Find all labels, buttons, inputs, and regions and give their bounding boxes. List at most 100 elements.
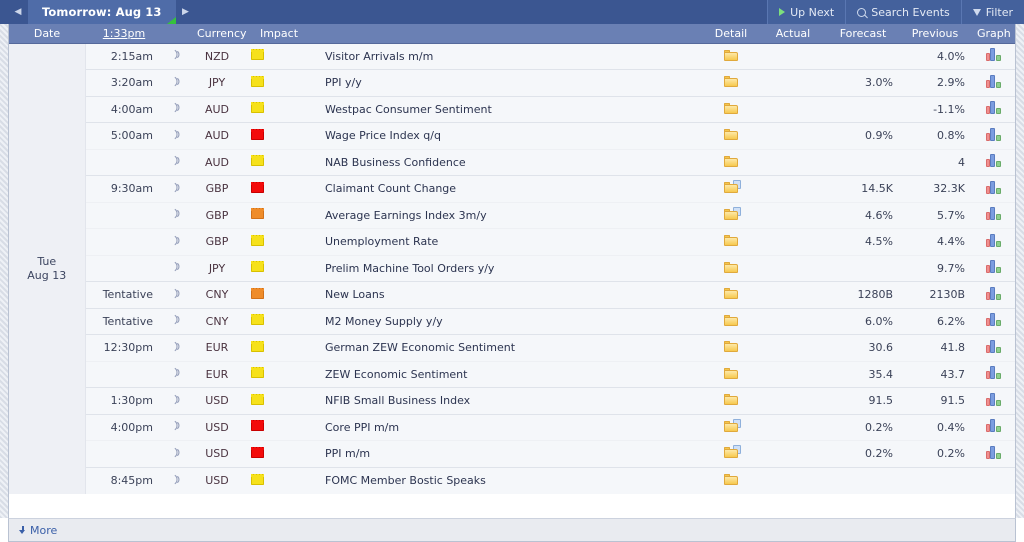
alert-cell[interactable] [163, 175, 191, 202]
bar-chart-icon[interactable] [985, 48, 1001, 62]
bar-chart-icon[interactable] [985, 74, 1001, 88]
table-row[interactable]: Tentative CNY New Loans 1280B 2130B [9, 281, 1015, 308]
impact-orange-icon[interactable] [251, 287, 264, 299]
bar-chart-icon[interactable] [985, 127, 1001, 141]
impact-red-icon[interactable] [251, 420, 264, 432]
graph-cell[interactable] [971, 281, 1015, 308]
bar-chart-icon[interactable] [985, 366, 1001, 380]
detail-folder-document-icon[interactable] [724, 445, 741, 459]
impact-yellow-icon[interactable] [251, 393, 264, 405]
alert-cell[interactable] [163, 387, 191, 414]
bar-chart-icon[interactable] [985, 419, 1001, 433]
table-row[interactable]: 5:00am AUD Wage Price Index q/q 0.9% 0.8% [9, 122, 1015, 149]
impact-cell[interactable] [243, 148, 315, 176]
alert-cell[interactable] [163, 334, 191, 361]
graph-cell[interactable] [971, 69, 1015, 96]
detail-cell[interactable] [703, 281, 759, 308]
alert-cell[interactable] [163, 228, 191, 255]
alert-cell[interactable] [163, 360, 191, 388]
bar-chart-icon[interactable] [985, 207, 1001, 221]
detail-cell[interactable] [703, 413, 759, 441]
graph-cell[interactable] [971, 43, 1015, 70]
detail-cell[interactable] [703, 466, 759, 494]
detail-cell[interactable] [703, 228, 759, 255]
impact-cell[interactable] [243, 43, 315, 70]
graph-cell[interactable] [971, 201, 1015, 229]
impact-orange-icon[interactable] [251, 208, 264, 220]
more-button[interactable]: More [19, 524, 57, 537]
graph-cell[interactable] [971, 360, 1015, 388]
bar-chart-icon[interactable] [985, 101, 1001, 115]
graph-cell[interactable] [971, 95, 1015, 123]
detail-cell[interactable] [703, 254, 759, 282]
event-title[interactable]: German ZEW Economic Sentiment [315, 334, 703, 361]
up-next-button[interactable]: Up Next [767, 0, 846, 24]
detail-folder-icon[interactable] [724, 340, 738, 353]
event-title[interactable]: Visitor Arrivals m/m [315, 43, 703, 70]
alert-bell-icon[interactable] [171, 208, 183, 220]
bar-chart-icon[interactable] [985, 233, 1001, 247]
bar-chart-icon[interactable] [985, 313, 1001, 327]
filter-button[interactable]: Filter [960, 0, 1024, 24]
bar-chart-icon[interactable] [985, 339, 1001, 353]
graph-cell[interactable] [971, 175, 1015, 202]
event-title[interactable]: Westpac Consumer Sentiment [315, 95, 703, 123]
alert-bell-icon[interactable] [171, 76, 183, 88]
table-row[interactable]: GBP Unemployment Rate 4.5% 4.4% [9, 228, 1015, 255]
event-title[interactable]: Unemployment Rate [315, 228, 703, 255]
column-header-impact[interactable]: Impact [243, 24, 315, 44]
event-title[interactable]: Wage Price Index q/q [315, 122, 703, 149]
alert-bell-icon[interactable] [171, 182, 183, 194]
alert-cell[interactable] [163, 148, 191, 176]
alert-bell-icon[interactable] [171, 261, 183, 273]
graph-cell[interactable] [971, 440, 1015, 467]
impact-yellow-icon[interactable] [251, 367, 264, 379]
detail-folder-icon[interactable] [724, 128, 738, 141]
event-title[interactable]: PPI m/m [315, 440, 703, 467]
impact-cell[interactable] [243, 201, 315, 229]
detail-folder-icon[interactable] [724, 287, 738, 300]
event-title[interactable]: Average Earnings Index 3m/y [315, 201, 703, 229]
impact-yellow-icon[interactable] [251, 314, 264, 326]
table-row[interactable]: Tentative CNY M2 Money Supply y/y 6.0% 6.2% [9, 307, 1015, 335]
bar-chart-icon[interactable] [985, 445, 1001, 459]
event-title[interactable]: ZEW Economic Sentiment [315, 360, 703, 388]
search-events-button[interactable]: Search Events [845, 0, 961, 24]
impact-cell[interactable] [243, 95, 315, 123]
impact-cell[interactable] [243, 281, 315, 308]
impact-yellow-icon[interactable] [251, 49, 264, 61]
table-row[interactable]: 9:30am GBP Claimant Count Change 14.5K 32.3K [9, 175, 1015, 202]
alert-cell[interactable] [163, 307, 191, 335]
column-header-time[interactable]: 1:33pm [85, 24, 163, 44]
detail-folder-icon[interactable] [724, 102, 738, 114]
alert-cell[interactable] [163, 281, 191, 308]
graph-cell[interactable] [971, 254, 1015, 282]
detail-cell[interactable] [703, 440, 759, 467]
impact-cell[interactable] [243, 413, 315, 441]
event-title[interactable]: NAB Business Confidence [315, 148, 703, 176]
detail-cell[interactable] [703, 95, 759, 123]
column-header-currency[interactable]: Currency [191, 24, 247, 44]
alert-cell[interactable] [163, 413, 191, 441]
table-row[interactable]: GBP Average Earnings Index 3m/y 4.6% 5.7% [9, 201, 1015, 229]
alert-bell-icon[interactable] [171, 49, 183, 61]
event-title[interactable]: PPI y/y [315, 69, 703, 96]
impact-red-icon[interactable] [251, 181, 264, 193]
alert-cell[interactable] [163, 43, 191, 70]
impact-yellow-icon[interactable] [251, 261, 264, 273]
alert-bell-icon[interactable] [171, 102, 183, 114]
detail-cell[interactable] [703, 148, 759, 176]
graph-cell[interactable] [971, 413, 1015, 441]
impact-yellow-icon[interactable] [251, 473, 264, 485]
event-title[interactable]: New Loans [315, 281, 703, 308]
impact-cell[interactable] [243, 307, 315, 335]
table-row[interactable]: 8:45pm USD FOMC Member Bostic Speaks [9, 466, 1015, 494]
next-day-button[interactable]: ▶ [175, 0, 196, 24]
impact-cell[interactable] [243, 360, 315, 388]
table-row[interactable]: USD PPI m/m 0.2% 0.2% [9, 440, 1015, 467]
alert-bell-icon[interactable] [171, 367, 183, 379]
impact-yellow-icon[interactable] [251, 102, 264, 114]
table-row[interactable]: 3:20am JPY PPI y/y 3.0% 2.9% [9, 69, 1015, 96]
detail-folder-icon[interactable] [724, 234, 738, 247]
alert-bell-icon[interactable] [171, 341, 183, 353]
